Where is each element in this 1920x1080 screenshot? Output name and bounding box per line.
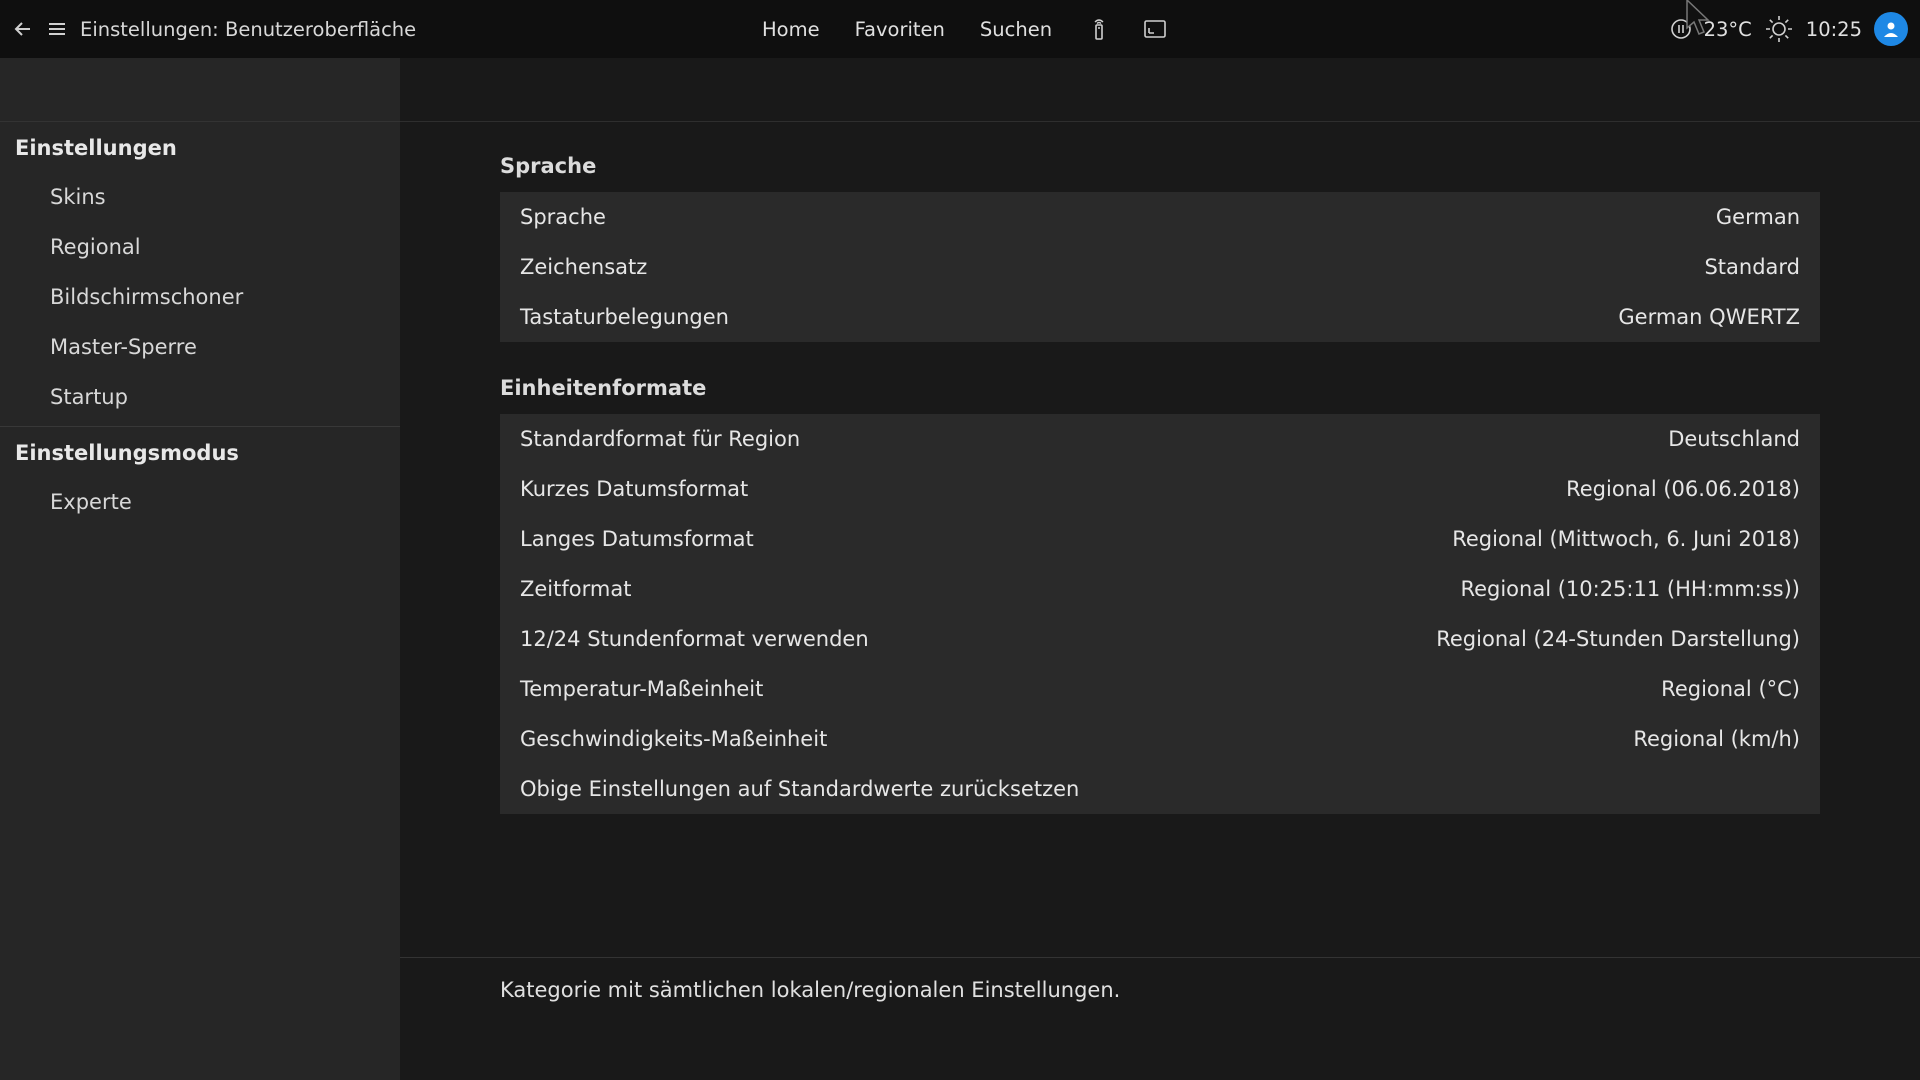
setting-value: Deutschland [1668,427,1800,451]
setting-row-long-date[interactable]: Langes Datumsformat Regional (Mittwoch, … [500,514,1820,564]
remote-icon[interactable] [1087,17,1111,41]
setting-value: Regional (10:25:11 (HH:mm:ss)) [1460,577,1800,601]
sidebar-item-screensaver[interactable]: Bildschirmschoner [0,272,400,322]
setting-value: Regional (°C) [1661,677,1800,701]
main-header-strip [400,58,1920,122]
setting-value: Standard [1704,255,1800,279]
top-navigation: Home Favoriten Suchen [762,0,1199,58]
setting-row-speed-unit[interactable]: Geschwindigkeits-Maßeinheit Regional (km… [500,714,1820,764]
setting-row-short-date[interactable]: Kurzes Datumsformat Regional (06.06.2018… [500,464,1820,514]
sidebar-item-expert[interactable]: Experte [0,477,400,527]
sidebar-heading: Einstellungen [15,136,177,160]
section-title-unit-formats: Einheitenformate [500,376,707,400]
setting-row-time-format[interactable]: Zeitformat Regional (10:25:11 (HH:mm:ss)… [500,564,1820,614]
sidebar-group-settings: Einstellungen Skins Regional Bildschirms… [0,124,400,422]
setting-label: Zeitformat [520,577,632,601]
sun-icon [1764,14,1794,44]
screen-icon[interactable] [1143,17,1167,41]
window-title: Einstellungen: Benutzeroberfläche [80,17,417,41]
setting-label: Obige Einstellungen auf Standardwerte zu… [520,777,1080,801]
sidebar-item-skins[interactable]: Skins [0,172,400,222]
setting-label: Kurzes Datumsformat [520,477,749,501]
sidebar-heading: Einstellungsmodus [15,441,239,465]
nav-search[interactable]: Suchen [980,18,1052,41]
sidebar-item-master-lock[interactable]: Master-Sperre [0,322,400,372]
setting-label: Temperatur-Maßeinheit [520,677,764,701]
sidebar-header [0,58,400,122]
setting-value: Regional (Mittwoch, 6. Juni 2018) [1452,527,1800,551]
reset-defaults-button[interactable]: Obige Einstellungen auf Standardwerte zu… [500,764,1820,814]
setting-value: Regional (km/h) [1633,727,1800,751]
top-bar-left: Einstellungen: Benutzeroberfläche [0,18,416,41]
setting-label: 12/24 Stundenformat verwenden [520,627,869,651]
setting-row-temperature-unit[interactable]: Temperatur-Maßeinheit Regional (°C) [500,664,1820,714]
setting-row-region-format[interactable]: Standardformat für Region Deutschland [500,414,1820,464]
footer-divider [400,957,1920,958]
sidebar-group-mode: Einstellungsmodus Experte [0,429,400,527]
sidebar: Einstellungen Skins Regional Bildschirms… [0,58,400,1080]
setting-value: Regional (06.06.2018) [1566,477,1800,501]
nav-home[interactable]: Home [762,18,820,41]
mouse-cursor-icon [1685,0,1713,40]
setting-label: Tastaturbelegungen [520,305,729,329]
setting-label: Sprache [520,205,606,229]
user-icon[interactable] [1874,12,1908,46]
settings-group-language: Sprache German Zeichensatz Standard Tast… [500,192,1820,342]
setting-row-charset[interactable]: Zeichensatz Standard [500,242,1820,292]
setting-value: Regional (24-Stunden Darstellung) [1436,627,1800,651]
setting-value: German QWERTZ [1618,305,1800,329]
sidebar-item-startup[interactable]: Startup [0,372,400,422]
sidebar-item-regional[interactable]: Regional [0,222,400,272]
setting-label: Zeichensatz [520,255,648,279]
category-description: Kategorie mit sämtlichen lokalen/regiona… [500,978,1121,1002]
back-arrow-icon[interactable] [12,18,34,40]
section-title-language: Sprache [500,154,597,178]
top-bar: Einstellungen: Benutzeroberfläche Home F… [0,0,1920,58]
setting-label: Standardformat für Region [520,427,801,451]
settings-content: Sprache Sprache German Zeichensatz Stand… [500,140,1820,814]
setting-row-language[interactable]: Sprache German [500,192,1820,242]
setting-value: German [1715,205,1800,229]
setting-label: Langes Datumsformat [520,527,754,551]
clock: 10:25 [1805,17,1862,41]
hamburger-menu-icon[interactable] [46,18,68,40]
sidebar-divider [0,426,400,427]
setting-row-keyboard[interactable]: Tastaturbelegungen German QWERTZ [500,292,1820,342]
setting-label: Geschwindigkeits-Maßeinheit [520,727,828,751]
settings-group-unit-formats: Standardformat für Region Deutschland Ku… [500,414,1820,814]
nav-favorites[interactable]: Favoriten [855,18,945,41]
setting-row-hour-format[interactable]: 12/24 Stundenformat verwenden Regional (… [500,614,1820,664]
